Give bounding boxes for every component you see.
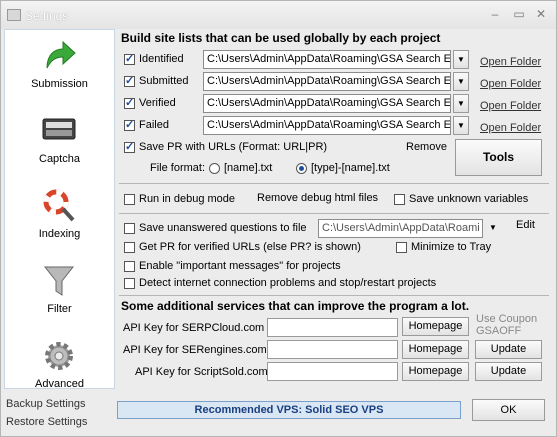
failed-dropdown-button[interactable]: ▼: [453, 116, 469, 135]
debug-mode-checkbox[interactable]: [124, 194, 135, 205]
app-icon: [7, 9, 21, 21]
coupon-line-1: Use Coupon: [476, 313, 538, 325]
minimize-tray-label: Minimize to Tray: [411, 241, 492, 253]
recommended-vps-banner[interactable]: Recommended VPS: Solid SEO VPS: [117, 401, 461, 419]
failed-checkbox[interactable]: [124, 118, 135, 131]
tools-button[interactable]: Tools: [455, 139, 542, 176]
submitted-checkbox[interactable]: [124, 74, 135, 87]
detect-internet-label: Detect internet connection problems and …: [139, 277, 437, 289]
services-heading: Some additional services that can improv…: [121, 299, 470, 313]
verified-dropdown-button[interactable]: ▼: [453, 94, 469, 113]
unanswered-path-field[interactable]: C:\Users\Admin\AppData\Roami: [318, 219, 483, 238]
divider: [119, 213, 549, 214]
save-unanswered-checkbox[interactable]: [124, 223, 135, 234]
submitted-open-folder-link[interactable]: Open Folder: [480, 78, 541, 90]
failed-open-folder-link[interactable]: Open Folder: [480, 122, 541, 134]
window-title: Settings: [25, 9, 69, 23]
minimize-tray-checkbox[interactable]: [396, 242, 407, 253]
identified-checkbox[interactable]: [124, 52, 135, 65]
scriptsold-label: API Key for ScriptSold.com: [135, 366, 268, 378]
sidebar-item-label: Filter: [47, 303, 72, 315]
get-pr-checkbox[interactable]: [124, 242, 135, 253]
restore-settings-link[interactable]: Restore Settings: [6, 416, 87, 428]
format-type-name-label: [type]-[name].txt: [311, 162, 390, 174]
minimize-button[interactable]: ‒: [487, 7, 503, 21]
format-name-label: [name].txt: [224, 162, 273, 174]
sitelists-heading: Build site lists that can be used global…: [121, 31, 441, 45]
lifebuoy-magnifier-icon: [43, 189, 75, 222]
close-button[interactable]: ✕: [533, 7, 549, 21]
sidebar-item-indexing[interactable]: Indexing: [5, 182, 114, 254]
serpcloud-label: API Key for SERPCloud.com: [123, 322, 265, 334]
serpcloud-api-key-input[interactable]: [267, 318, 398, 337]
remove-debug-link[interactable]: Remove debug html files: [257, 192, 378, 204]
submitted-label: Submitted: [139, 75, 189, 87]
settings-window: Settings ‒ ▭ ✕ Submission Captcha Indexi…: [0, 0, 557, 437]
sidebar-item-label: Indexing: [38, 228, 81, 240]
ok-button[interactable]: OK: [472, 399, 545, 421]
sidebar-item-label: Advanced: [35, 378, 84, 390]
verified-path-field[interactable]: C:\Users\Admin\AppData\Roaming\GSA Searc…: [203, 94, 451, 113]
serengines-update-button[interactable]: Update: [475, 340, 542, 359]
funnel-icon: [43, 266, 75, 296]
captcha-icon: [42, 118, 76, 140]
divider: [119, 295, 549, 296]
backup-settings-link[interactable]: Backup Settings: [6, 398, 86, 410]
identified-path-field[interactable]: C:\Users\Admin\AppData\Roaming\GSA Searc…: [203, 50, 451, 69]
gear-icon: [45, 342, 73, 370]
failed-path-field[interactable]: C:\Users\Admin\AppData\Roaming\GSA Searc…: [203, 116, 451, 135]
save-unknown-label: Save unknown variables: [409, 193, 529, 205]
sidebar: Submission Captcha Indexing Filter Advan…: [4, 29, 115, 390]
submitted-dropdown-button[interactable]: ▼: [453, 72, 469, 91]
identified-label: Identified: [139, 53, 184, 65]
identified-dropdown-button[interactable]: ▼: [453, 50, 469, 69]
save-pr-checkbox[interactable]: [124, 140, 135, 153]
coupon-line-2: GSAOFF: [476, 325, 522, 337]
main-panel: Build site lists that can be used global…: [119, 29, 551, 427]
submitted-path-field[interactable]: C:\Users\Admin\AppData\Roaming\GSA Searc…: [203, 72, 451, 91]
divider: [119, 183, 549, 184]
sidebar-item-label: Submission: [31, 78, 88, 90]
serengines-homepage-button[interactable]: Homepage: [402, 340, 469, 359]
debug-mode-label: Run in debug mode: [139, 193, 236, 205]
save-pr-label: Save PR with URLs (Format: URL|PR): [139, 141, 328, 153]
detect-internet-checkbox[interactable]: [124, 278, 135, 289]
sidebar-item-filter[interactable]: Filter: [5, 257, 114, 329]
edit-link[interactable]: Edit: [516, 219, 535, 231]
important-messages-checkbox[interactable]: [124, 261, 135, 272]
save-unknown-checkbox[interactable]: [394, 194, 405, 205]
sidebar-item-advanced[interactable]: Advanced: [5, 332, 114, 404]
verified-open-folder-link[interactable]: Open Folder: [480, 100, 541, 112]
get-pr-label: Get PR for verified URLs (else PR? is sh…: [139, 241, 361, 253]
format-name-radio[interactable]: [209, 163, 220, 174]
scriptsold-homepage-button[interactable]: Homepage: [402, 362, 469, 381]
serpcloud-homepage-button[interactable]: Homepage: [402, 317, 469, 336]
verified-label: Verified: [139, 97, 176, 109]
sidebar-item-submission[interactable]: Submission: [5, 32, 114, 104]
format-type-name-radio[interactable]: [296, 163, 307, 174]
verified-checkbox[interactable]: [124, 96, 135, 109]
remove-link[interactable]: Remove: [406, 141, 447, 153]
scriptsold-update-button[interactable]: Update: [475, 362, 542, 381]
title-bar[interactable]: Settings ‒ ▭ ✕: [1, 1, 556, 29]
failed-label: Failed: [139, 119, 169, 131]
sidebar-item-captcha[interactable]: Captcha: [5, 107, 114, 179]
unanswered-dropdown-button[interactable]: ▼: [485, 219, 501, 238]
green-arrow-icon: [46, 40, 76, 69]
maximize-button[interactable]: ▭: [511, 7, 527, 21]
important-messages-label: Enable "important messages" for projects: [139, 260, 341, 272]
serengines-label: API Key for SERengines.com: [123, 344, 267, 356]
sidebar-item-label: Captcha: [39, 153, 80, 165]
save-unanswered-label: Save unanswered questions to file: [139, 222, 307, 234]
scriptsold-api-key-input[interactable]: [267, 362, 398, 381]
identified-open-folder-link[interactable]: Open Folder: [480, 56, 541, 68]
serengines-api-key-input[interactable]: [267, 340, 398, 359]
file-format-label: File format:: [150, 162, 206, 174]
